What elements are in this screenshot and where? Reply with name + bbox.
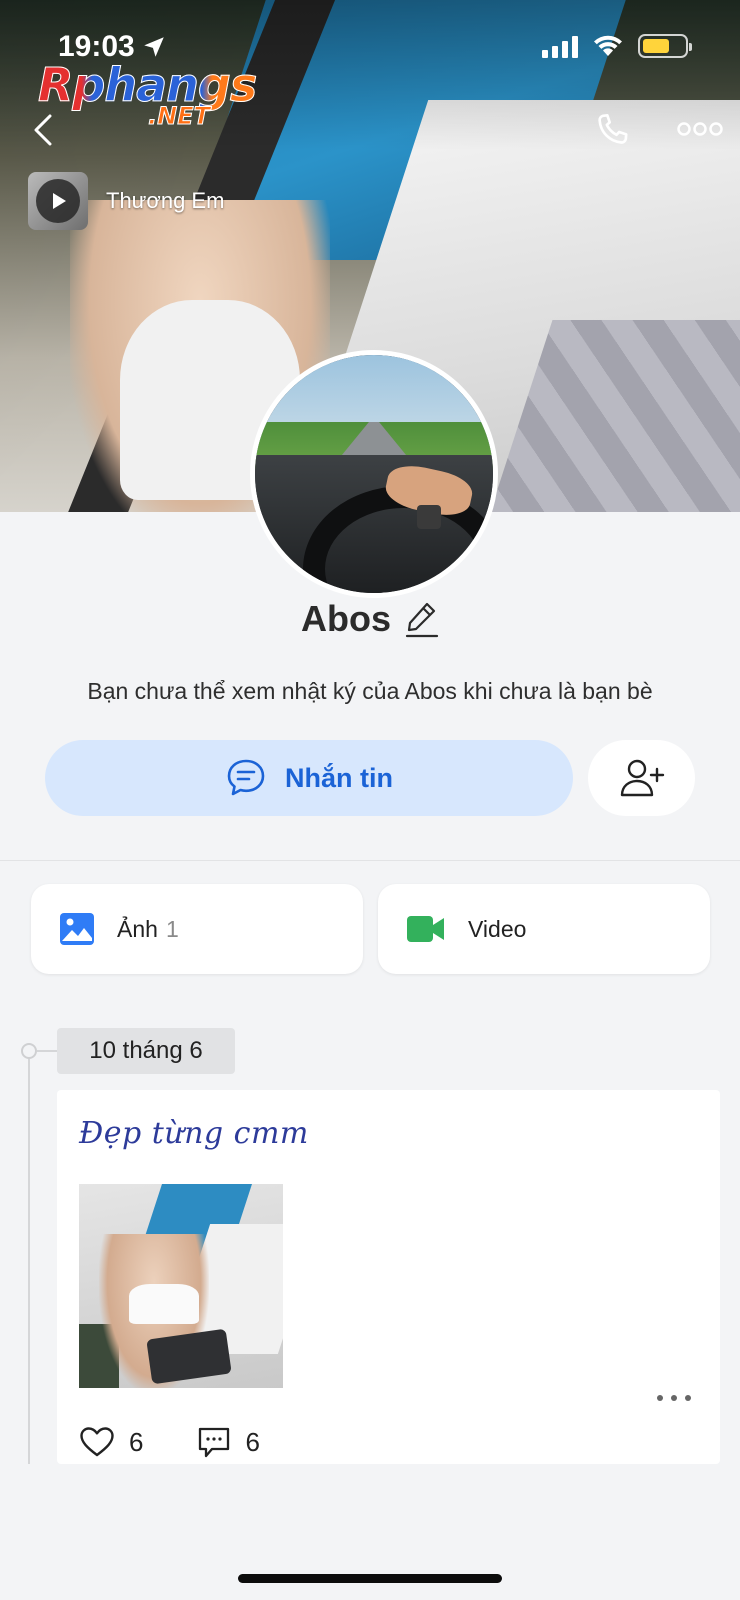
comment-button[interactable]: 6 (197, 1425, 260, 1459)
photos-label: Ảnh (117, 915, 158, 942)
video-label: Video (468, 915, 527, 942)
heart-icon (80, 1427, 114, 1457)
timeline-line (28, 1052, 30, 1464)
avatar-watch (416, 504, 441, 529)
play-icon (53, 193, 66, 209)
post-card[interactable]: Đẹp từng cmm 6 6 (57, 1090, 720, 1464)
home-indicator[interactable] (238, 1574, 502, 1583)
message-button[interactable]: Nhắn tin (45, 740, 573, 816)
privacy-notice: Bạn chưa thể xem nhật ký của Abos khi ch… (87, 678, 653, 704)
battery-level (643, 39, 669, 53)
play-button[interactable] (36, 179, 80, 223)
phone-icon (598, 114, 628, 144)
timeline-connector (37, 1050, 57, 1052)
pencil-icon[interactable] (405, 600, 439, 638)
post-photo-top (129, 1284, 199, 1324)
photos-card[interactable]: Ảnh 1 (31, 884, 363, 974)
watermark-logo: Rphangs .NET (37, 58, 268, 138)
comment-count: 6 (245, 1426, 260, 1457)
videos-card[interactable]: Video (378, 884, 710, 974)
chevron-left-icon (34, 114, 52, 146)
section-divider (0, 860, 740, 861)
comment-icon (199, 1427, 230, 1458)
back-button[interactable] (28, 110, 58, 150)
like-count: 6 (129, 1426, 144, 1457)
user-plus-icon (620, 759, 664, 797)
post-photo[interactable] (79, 1184, 283, 1388)
wifi-icon (594, 35, 622, 56)
image-icon (60, 913, 94, 945)
watermark-suffix: .NET (148, 102, 211, 131)
more-options-button[interactable] (676, 114, 724, 144)
call-button[interactable] (592, 110, 632, 150)
music-thumbnail (28, 172, 88, 230)
add-friend-button[interactable] (588, 740, 695, 816)
post-caption: Đẹp từng cmm (79, 1116, 309, 1151)
chat-bubble-icon (227, 759, 265, 796)
profile-name: Abos (301, 598, 391, 639)
cellular-signal-icon (542, 34, 578, 58)
timeline-date: 10 tháng 6 (57, 1028, 235, 1074)
more-horizontal-icon (677, 122, 723, 136)
profile-name-row: Abos (0, 598, 740, 640)
music-title: Thương Em (106, 188, 225, 213)
photos-count: 1 (165, 915, 179, 942)
video-camera-icon (407, 916, 444, 942)
location-arrow-icon (143, 37, 164, 57)
message-button-label: Nhắn tin (285, 762, 393, 793)
timeline-dot (21, 1043, 37, 1059)
post-actions: 6 6 (79, 1424, 314, 1460)
profile-music[interactable]: Thương Em (28, 172, 318, 230)
battery-icon (638, 34, 692, 58)
post-photo-shorts (146, 1328, 232, 1385)
profile-avatar[interactable] (250, 350, 498, 598)
status-indicators (542, 34, 692, 58)
post-more-icon[interactable] (654, 1388, 694, 1408)
like-button[interactable]: 6 (79, 1426, 143, 1458)
